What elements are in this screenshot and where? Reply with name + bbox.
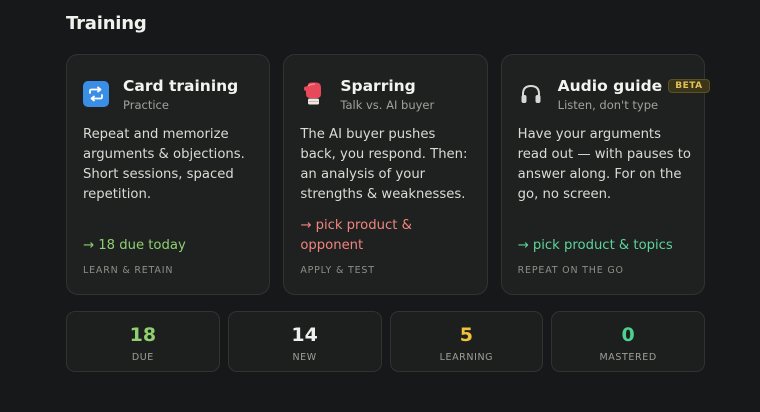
stat-value: 14 (291, 324, 318, 346)
stat-value: 5 (459, 324, 473, 346)
stat-label: NEW (292, 352, 317, 363)
card-action-link[interactable]: → pick product & topics (518, 236, 694, 256)
training-section: Training Card training Practice Repeat a… (0, 0, 760, 412)
stat-label: LEARNING (439, 352, 494, 363)
repeat-icon (83, 81, 109, 107)
stats-row: 18 DUE 14 NEW 5 LEARNING 0 MASTERED (66, 311, 705, 372)
stat-value: 18 (129, 324, 157, 346)
card-audio-guide[interactable]: Audio guide BETA Listen, don't type Have … (500, 54, 710, 295)
boxing-glove-icon (300, 81, 326, 107)
card-action-link[interactable]: → 18 due today (83, 236, 259, 256)
stat-new: 14 NEW (227, 311, 382, 372)
card-tag: LEARN & RETAIN (83, 265, 174, 276)
card-description: The AI buyer pushes back, you respond. T… (300, 127, 468, 202)
card-sparring[interactable]: Sparring Talk vs. AI buyer The AI buyer … (283, 54, 488, 295)
stat-learning: 5 LEARNING (389, 311, 544, 372)
card-title: Sparring (340, 77, 416, 95)
stat-label: MASTERED (599, 352, 657, 363)
card-title: Card training (123, 77, 239, 95)
stat-label: DUE (131, 352, 154, 363)
card-training[interactable]: Card training Practice Repeat and memori… (66, 54, 271, 295)
beta-badge: BETA (668, 79, 710, 93)
training-cards: Card training Practice Repeat and memori… (66, 54, 710, 295)
stat-due: 18 DUE (66, 311, 220, 372)
stat-mastered: 0 MASTERED (551, 311, 705, 372)
stat-value: 0 (621, 324, 635, 346)
section-title: Training (66, 13, 147, 34)
card-subtitle: Talk vs. AI buyer (340, 98, 435, 112)
card-header: Card training Practice (83, 77, 257, 117)
card-tag: APPLY & TEST (300, 265, 375, 276)
card-description: Have your arguments read out — with paus… (517, 127, 691, 202)
card-subtitle: Practice (123, 98, 169, 112)
card-header: Sparring Talk vs. AI buyer (300, 77, 474, 117)
card-subtitle: Listen, don't type (557, 98, 659, 112)
card-action-link[interactable]: → pick product & opponent (300, 216, 476, 256)
card-header: Audio guide BETA Listen, don't type (518, 77, 710, 117)
headphones-icon (518, 81, 544, 107)
card-description: Repeat and memorize arguments & objectio… (83, 127, 245, 202)
card-title: Audio guide BETA (558, 77, 710, 95)
card-tag: REPEAT ON THE GO (517, 265, 624, 276)
